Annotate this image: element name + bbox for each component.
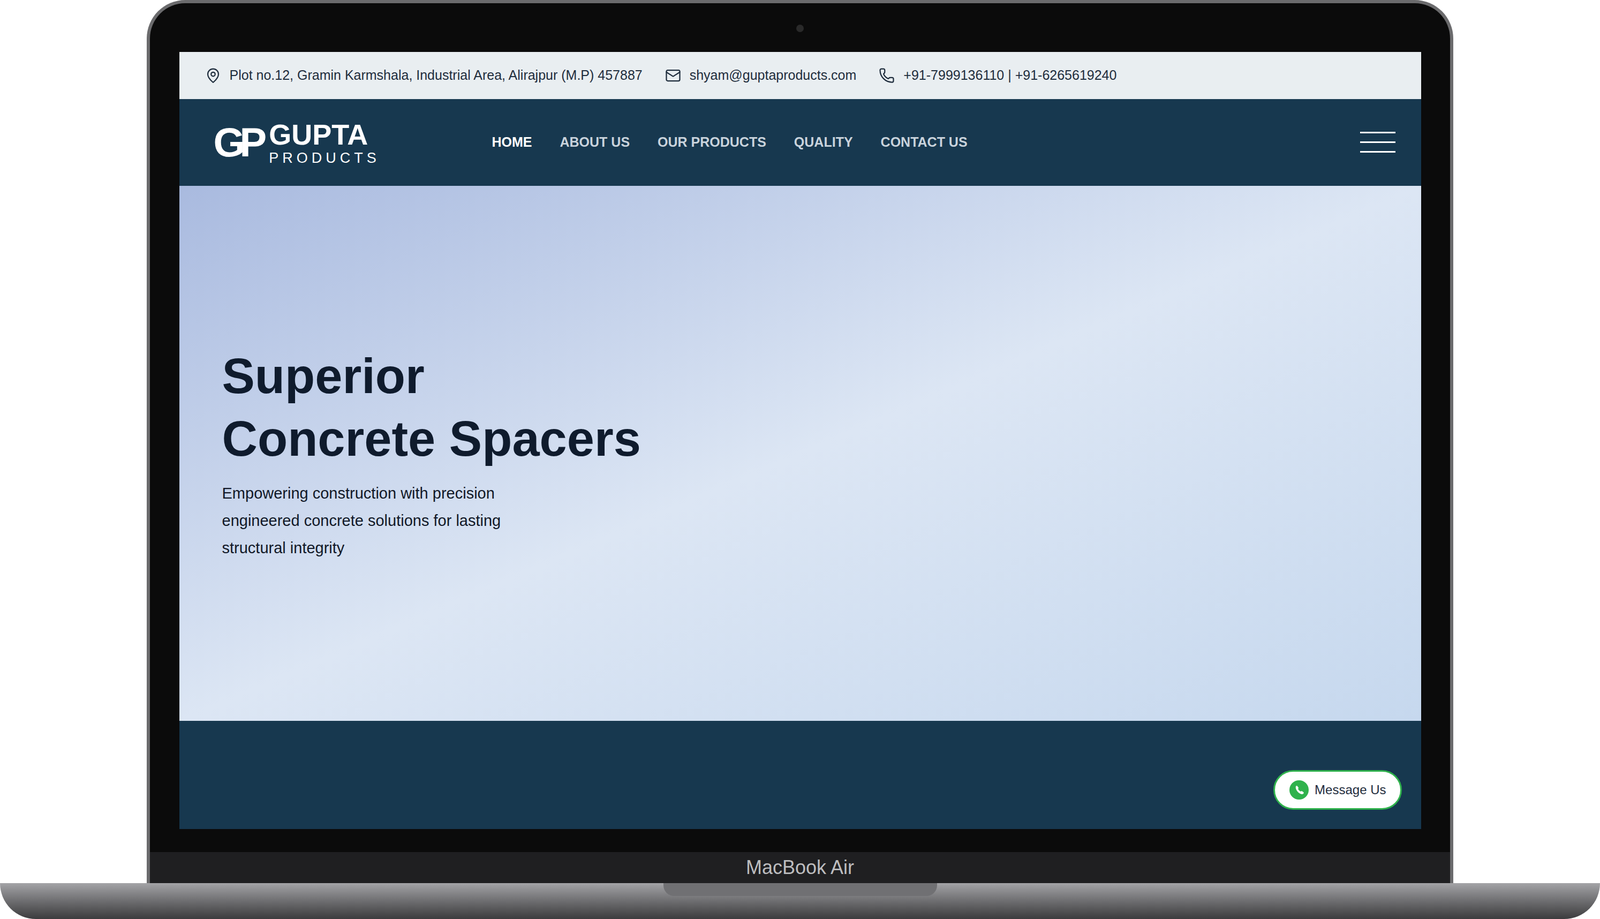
logo-subtitle: PRODUCTS bbox=[268, 151, 381, 166]
laptop-base bbox=[0, 882, 1600, 919]
hero: SuperiorConcrete SpacersEmpowering const… bbox=[179, 185, 1422, 721]
logo[interactable]: GPGUPTA PRODUCTS bbox=[213, 119, 493, 166]
camera bbox=[796, 24, 804, 33]
screen: Plot no.12, Gramin Karmshala, Industrial… bbox=[179, 51, 1422, 829]
nav-link[interactable]: OUR PRODUCTS bbox=[657, 132, 767, 153]
logo-mark: GP bbox=[213, 122, 262, 163]
map-pin-icon bbox=[205, 67, 222, 84]
nav-link[interactable]: CONTACT US bbox=[880, 132, 968, 153]
menu-icon[interactable] bbox=[1360, 130, 1396, 155]
dark-band: Message Us bbox=[179, 720, 1422, 829]
phone[interactable]: +91-7999136110 | +91-6265619240 bbox=[878, 65, 1117, 86]
nav-link[interactable]: ABOUT US bbox=[560, 132, 631, 153]
hero-title: SuperiorConcrete Spacers bbox=[222, 344, 1422, 471]
device-label: MacBook Air bbox=[745, 853, 855, 882]
top-bar: Plot no.12, Gramin Karmshala, Industrial… bbox=[179, 51, 1422, 100]
phone-icon bbox=[878, 67, 895, 84]
nav-link[interactable]: HOME bbox=[492, 132, 533, 153]
mail-icon bbox=[665, 67, 682, 84]
nav-links: HOME ABOUT US OUR PRODUCTS QUALITY CONTACT U… bbox=[492, 132, 968, 153]
whatsapp-button[interactable]: Message Us bbox=[1273, 770, 1402, 810]
address: Plot no.12, Gramin Karmshala, Industrial… bbox=[205, 65, 643, 86]
whatsapp-icon bbox=[1288, 779, 1310, 800]
hero-text: Empowering construction with precisionen… bbox=[222, 479, 1422, 562]
email[interactable]: shyam@guptaproducts.com bbox=[665, 65, 857, 86]
nav-link[interactable]: QUALITY bbox=[794, 132, 854, 153]
page: Plot no.12, Gramin Karmshala, Industrial… bbox=[0, 0, 1600, 919]
laptop-frame: Plot no.12, Gramin Karmshala, Industrial… bbox=[146, 0, 1454, 883]
base-notch bbox=[663, 882, 938, 896]
device-label-strip: MacBook Air bbox=[149, 851, 1451, 883]
navbar: GPGUPTA PRODUCTS HOME ABOUT US OUR PRODUCTS Q… bbox=[179, 99, 1422, 186]
logo-title: GUPTA bbox=[268, 119, 381, 149]
